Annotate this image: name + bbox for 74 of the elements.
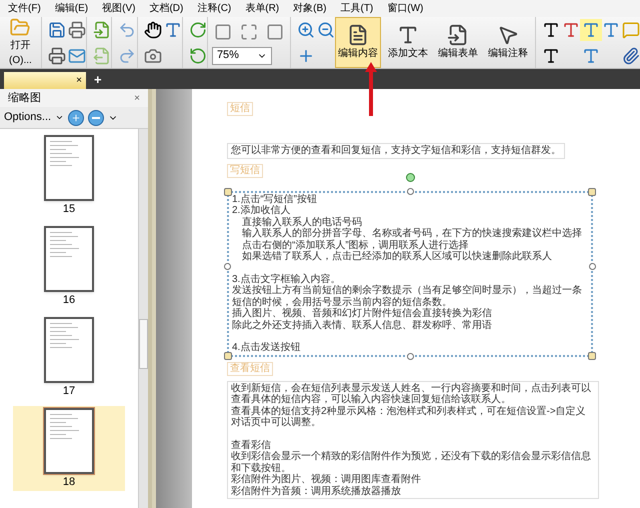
document-tab[interactable]: × — [4, 72, 86, 89]
text-line: 插入图片、视频、音频和幻灯片附件短信会直接转换为彩信 — [232, 308, 493, 320]
section-heading: 查看短信 — [227, 362, 273, 376]
section-heading: 短信 — [227, 102, 253, 116]
thumbnail-item[interactable]: 15 — [13, 133, 125, 218]
thumbnail-item[interactable]: 18 — [13, 406, 125, 491]
resize-handle[interactable] — [407, 352, 414, 360]
text-line: 直接输入联系人的电话号码 — [241, 216, 363, 228]
menu-item[interactable]: 文档(D) — [149, 1, 184, 16]
new-tab-button[interactable]: + — [94, 71, 102, 89]
text-line: 查看彩信 — [231, 438, 272, 451]
text-line: 收到新短信，会在短信列表显示发送人姓名、一行内容摘要和时间，点击列表可以查看具体的短信内容，可以输入内容快速回复短信给该联系人。 — [231, 382, 592, 406]
form-icon — [446, 24, 469, 46]
scrollbar[interactable] — [138, 129, 148, 508]
tool-button[interactable]: 添加文本 — [384, 17, 431, 68]
caret-icon — [55, 113, 64, 122]
close-button[interactable]: × — [134, 90, 140, 106]
text-line: 收到彩信会显示一个精致的彩信附件作为预览，还没有下载的彩信会显示彩信信息和下载按钮。 — [231, 451, 592, 474]
open-button[interactable]: 打开(O)... — [4, 17, 37, 68]
corner-handle[interactable] — [224, 188, 232, 196]
tool-button[interactable]: 编辑表单 — [434, 17, 481, 68]
zoom-in-button[interactable] — [68, 110, 84, 126]
rotate-handle[interactable] — [406, 172, 415, 182]
thumbnail-item[interactable]: 17 — [13, 315, 125, 400]
text-line: 2.添加收信人 — [232, 205, 292, 216]
text-line: 彩信附件为音频：调用系统播放器播放 — [231, 486, 402, 497]
text-line: 点击右侧的“添加联系人”图标，调用联系人进行选择 — [241, 240, 470, 250]
page-number: 16 — [62, 294, 76, 307]
page-number: 15 — [62, 203, 76, 216]
corner-handle[interactable] — [588, 352, 596, 360]
page-thumbnail — [44, 317, 94, 383]
folder-icon — [9, 17, 32, 38]
text-line: 发送按钮上方有当前短信的剩余字数提示（当有足够空间时显示），当超过一条短信的时候，会用括号显示当前内容的短信条数。 — [232, 285, 583, 308]
menu-item[interactable]: 文件(F) — [8, 1, 41, 16]
text-box[interactable]: 您可以非常方便的查看和回复短信，支持文字短信和彩信，支持短信群发。 — [227, 143, 565, 158]
page-number: 18 — [62, 476, 76, 489]
resize-handle[interactable] — [407, 188, 414, 194]
panel-title: 缩略图 — [8, 90, 41, 106]
plus-icon — [71, 112, 82, 122]
menu-item[interactable]: 工具(T) — [340, 1, 374, 16]
page-number: 17 — [62, 385, 76, 398]
zoom-out-button[interactable] — [88, 110, 104, 126]
menu-item[interactable]: 窗口(W) — [387, 1, 424, 16]
text-box[interactable]: 收到新短信，会在短信列表显示发送人姓名、一行内容摘要和时间，点击列表可以查看具体的短信内容，可以输入内容快速回复短信给该联系人。 查看具体的短信支持2种显示风格：泡泡样式和列表样式，可在短信设置->自定义对话页中可以调整。 查看彩信 收到彩信会显示一个精致的彩信附件作为预览，还没有下载的彩信会显示彩信信息和下载按钮。 彩信附件为图片、视频：调用图库查看附件 彩信附件为音频：调用系统播放器播放 — [227, 380, 599, 499]
menu-item[interactable]: 注释(C) — [197, 1, 232, 16]
text-line: 3.点击文字框输入内容。 — [232, 272, 342, 284]
resize-handle[interactable] — [224, 262, 231, 270]
tab-close-button[interactable]: × — [76, 73, 82, 88]
menu-item[interactable]: 视图(V) — [102, 1, 136, 16]
text-line: 1.点击“写短信”按钮 — [232, 194, 318, 204]
text-line: 输入联系人的部分拼音字母、名称或者号码，在下方的快速搜索建议栏中选择 — [241, 228, 583, 240]
thumbnail-item[interactable]: 16 — [13, 224, 125, 309]
corner-handle[interactable] — [224, 352, 232, 360]
menu-item[interactable]: 编辑(E) — [54, 1, 88, 16]
resize-handle[interactable] — [589, 262, 596, 270]
text-line: 如果选错了联系人，点击已经添加的联系人区域可以快速删除此联系人 — [241, 251, 553, 262]
corner-handle[interactable] — [588, 188, 596, 196]
cursor-icon — [496, 24, 519, 46]
text-line: 查看具体的短信支持2种显示风格：泡泡样式和列表样式，可在短信设置->自定义对话页中可以调整。 — [231, 406, 587, 428]
arrow-icon — [365, 62, 377, 116]
page-thumbnail — [44, 135, 94, 201]
menu-item[interactable]: 对象(B) — [293, 1, 326, 16]
text-line: 彩信附件为图片、视频：调用图库查看附件 — [231, 474, 422, 486]
page-thumbnail — [44, 408, 94, 474]
menu-item[interactable]: 表单(R) — [245, 1, 280, 16]
text-line: 4.点击发送按钮 — [232, 340, 302, 354]
highlight-icon[interactable] — [580, 18, 602, 40]
tool-button[interactable]: 编辑注释 — [484, 17, 531, 68]
text-line: 除此之外还支持插入表情、联系人信息、群发称呼、常用语 — [232, 320, 493, 331]
tool-button[interactable]: 编辑内容 — [334, 17, 381, 68]
zoom-field[interactable]: 75% — [212, 46, 272, 64]
section-heading: 写短信 — [227, 164, 263, 178]
page-thumbnail — [44, 226, 94, 292]
text-line: 您可以非常方便的查看和回复短信，支持文字短信和彩信，支持短信群发。 — [231, 145, 561, 156]
